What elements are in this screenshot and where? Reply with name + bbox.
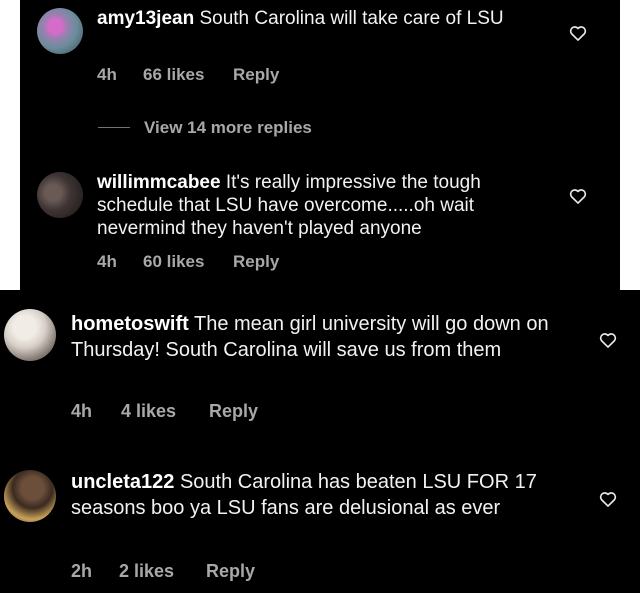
comment-meta: 4h 66 likes Reply bbox=[97, 65, 397, 85]
heart-outline-icon[interactable] bbox=[568, 23, 588, 43]
comment-time: 4h bbox=[71, 401, 93, 421]
comment-item: amy13jean South Carolina will take care … bbox=[0, 0, 640, 100]
reply-button[interactable]: Reply bbox=[233, 65, 279, 85]
comment-likes[interactable]: 66 likes bbox=[143, 65, 204, 85]
avatar[interactable] bbox=[37, 172, 83, 218]
comment-item: uncleta122 South Carolina has beaten LSU… bbox=[0, 465, 640, 590]
comment-text: amy13jean South Carolina will take care … bbox=[97, 7, 537, 30]
comment-time: 2h bbox=[71, 561, 93, 581]
replies-divider bbox=[98, 127, 130, 128]
comment-item: willimmcabee It's really impressive the … bbox=[0, 165, 640, 275]
comment-username[interactable]: hometoswift bbox=[71, 313, 189, 335]
comment-username[interactable]: uncleta122 bbox=[71, 471, 174, 493]
comment-meta: 4h 4 likes Reply bbox=[71, 401, 391, 423]
comment-item: hometoswift The mean girl university wil… bbox=[0, 305, 640, 435]
comment-body: South Carolina will take care of LSU bbox=[199, 8, 504, 29]
view-more-replies-button[interactable]: View 14 more replies bbox=[144, 118, 312, 138]
avatar[interactable] bbox=[37, 8, 83, 54]
comment-likes[interactable]: 2 likes bbox=[119, 561, 174, 582]
comment-meta: 4h 60 likes Reply bbox=[97, 252, 397, 272]
comment-text: uncleta122 South Carolina has beaten LSU… bbox=[71, 469, 581, 521]
comment-time: 4h bbox=[97, 252, 117, 271]
comment-likes[interactable]: 60 likes bbox=[143, 252, 204, 272]
heart-outline-icon[interactable] bbox=[568, 186, 588, 206]
comment-time: 4h bbox=[97, 65, 117, 84]
comment-meta: 2h 2 likes Reply bbox=[71, 561, 391, 583]
avatar[interactable] bbox=[4, 309, 56, 361]
reply-button[interactable]: Reply bbox=[209, 401, 258, 422]
comment-username[interactable]: amy13jean bbox=[97, 8, 194, 29]
heart-outline-icon[interactable] bbox=[598, 330, 618, 350]
comment-text: willimmcabee It's really impressive the … bbox=[97, 171, 537, 240]
reply-button[interactable]: Reply bbox=[206, 561, 255, 582]
heart-outline-icon[interactable] bbox=[598, 489, 618, 509]
comment-text: hometoswift The mean girl university wil… bbox=[71, 311, 571, 363]
comment-likes[interactable]: 4 likes bbox=[121, 401, 176, 422]
comment-username[interactable]: willimmcabee bbox=[97, 172, 221, 193]
reply-button[interactable]: Reply bbox=[233, 252, 279, 272]
avatar[interactable] bbox=[4, 470, 56, 522]
